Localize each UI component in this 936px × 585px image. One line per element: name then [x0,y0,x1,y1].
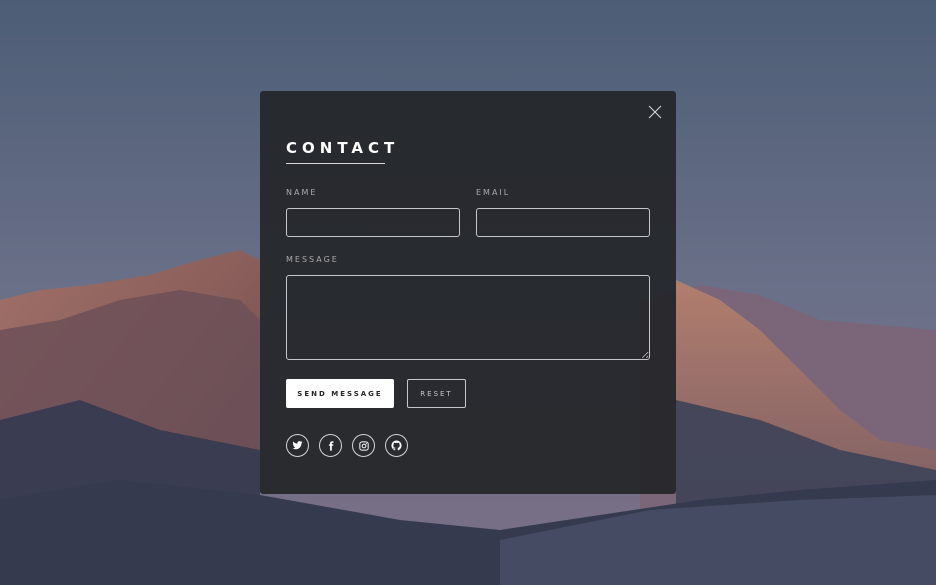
twitter-icon[interactable] [286,434,309,457]
send-message-button[interactable]: SEND MESSAGE [286,379,394,408]
instagram-icon[interactable] [352,434,375,457]
name-field[interactable] [286,208,460,237]
name-label: NAME [286,188,318,197]
contact-modal: CONTACT NAME EMAIL MESSAGE SEND MESSAGE … [260,91,676,494]
close-icon[interactable] [646,103,664,121]
message-label: MESSAGE [286,255,339,264]
facebook-icon[interactable] [319,434,342,457]
send-message-label: SEND MESSAGE [297,389,383,398]
reset-label: RESET [420,389,453,398]
github-icon[interactable] [385,434,408,457]
page-title: CONTACT [286,139,394,164]
message-field[interactable] [286,275,650,360]
email-field[interactable] [476,208,650,237]
reset-button[interactable]: RESET [407,379,466,408]
email-label: EMAIL [476,188,511,197]
